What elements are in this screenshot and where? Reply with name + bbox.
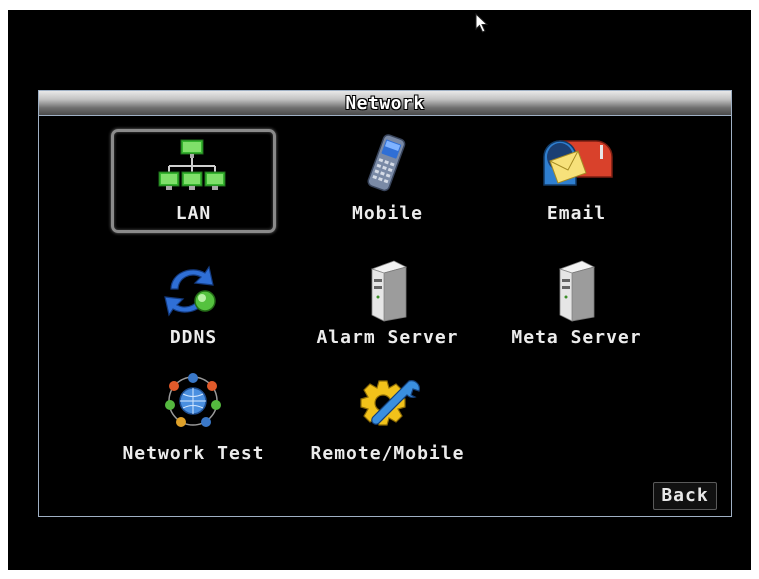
network-dialog: Network LAN Mobile Email DDNS Alarm Serv… [38,90,732,517]
ddns-item[interactable]: DDNS [111,251,276,355]
alarm-server-icon [370,260,408,322]
mobile-phone-icon [367,134,406,192]
alarm-server-item[interactable]: Alarm Server [305,251,470,355]
email-item[interactable]: Email [494,129,659,233]
lan-network-icon [158,139,226,190]
remote-mobile-item[interactable]: Remote/Mobile [305,367,470,471]
network-test-item[interactable]: Network Test [111,367,276,471]
meta-server-label: Meta Server [511,327,642,348]
back-button[interactable]: Back [653,482,717,510]
meta-server-item[interactable]: Meta Server [494,251,659,355]
mailbox-icon [543,140,613,186]
dialog-title-bar: Network [39,91,731,116]
lan-item[interactable]: LAN [111,129,276,233]
dvr-screen: Network LAN Mobile Email DDNS Alarm Serv… [8,10,751,570]
dialog-title: Network [345,93,425,114]
network-test-icon [165,373,221,427]
ddns-refresh-icon [164,265,216,317]
mobile-item[interactable]: Mobile [305,129,470,233]
email-label: Email [546,203,607,224]
remote-mobile-label: Remote/Mobile [310,443,465,464]
meta-server-icon [558,260,596,322]
mouse-cursor-icon [475,13,489,33]
gear-wrench-icon [360,380,420,426]
